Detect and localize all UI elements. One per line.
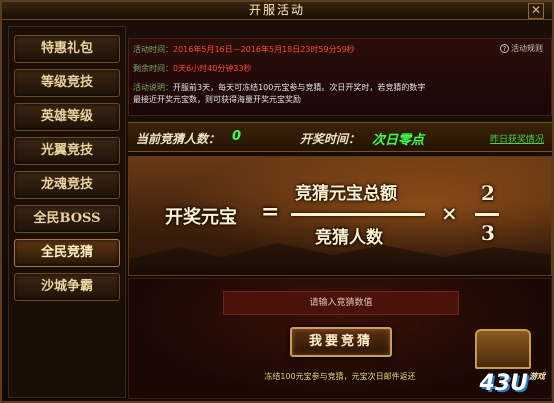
activity-time-label: 活动时间： [133, 45, 173, 54]
remaining-time-value: 0天6小时40分钟33秒 [173, 64, 252, 73]
activity-time-value: 2016年5月16日－2016年5月18日23时59分59秒 [173, 45, 355, 54]
submit-guess-button[interactable]: 我要竞猜 [290, 327, 392, 357]
rules-link[interactable]: ? 活动规则 [500, 43, 543, 54]
activity-window: 开服活动 ✕ 特惠礼包 等级竞技 英雄等级 光翼竞技 龙魂竞技 全民BOSS 全… [0, 0, 554, 403]
logo-text: 43U [479, 371, 528, 396]
site-logo: 43U游戏 [480, 371, 545, 396]
yesterday-winners-link[interactable]: 昨日获奖情况 [490, 132, 544, 145]
description-row: 活动说明：开服前3天，每天可冻结100元宝参与竞猜。次日开奖时，若竞猜的数字 [133, 82, 425, 93]
formula-banner: 开奖元宝 = 竞猜元宝总额 竞猜人数 × 2 3 [128, 156, 552, 276]
formula-ratio-bar [475, 213, 499, 216]
formula-ratio-numerator: 2 [481, 181, 495, 205]
participant-count-value: 0 [232, 129, 242, 144]
info-panel: 活动时间：2016年5月16日－2016年5月18日23时59分59秒 剩余时间… [128, 38, 552, 116]
sidebar-item-castle-war[interactable]: 沙城争霸 [14, 273, 120, 301]
bet-section: 我要竞猜 冻结100元宝参与竞猜，元宝次日邮件返还 43U游戏 [128, 278, 552, 399]
sidebar: 特惠礼包 等级竞技 英雄等级 光翼竞技 龙魂竞技 全民BOSS 全民竞猜 沙城争… [8, 26, 126, 398]
description-label: 活动说明： [133, 83, 173, 92]
window-title: 开服活动 [248, 3, 305, 17]
sidebar-item-world-boss[interactable]: 全民BOSS [14, 205, 120, 233]
draw-time-label: 开奖时间： [300, 132, 361, 146]
remaining-time-row: 剩余时间：0天6小时40分钟33秒 [133, 63, 252, 74]
stats-bar: 当前竞猜人数： 0 开奖时间： 次日零点 昨日获奖情况 [128, 122, 552, 152]
logo-tag: 游戏 [529, 372, 545, 381]
description-line-2: 最接近开奖元宝数，则可获得海量开奖元宝奖励 [133, 95, 301, 104]
draw-time-value: 次日零点 [372, 133, 425, 148]
sidebar-item-wing-race[interactable]: 光翼竞技 [14, 137, 120, 165]
formula-lhs: 开奖元宝 [165, 207, 237, 228]
remaining-time-label: 剩余时间： [133, 64, 173, 73]
guess-value-input[interactable] [223, 291, 459, 315]
formula-equals: = [261, 199, 280, 225]
formula-fraction-bar [291, 213, 425, 216]
formula-times: × [441, 201, 458, 225]
sidebar-item-special-gift[interactable]: 特惠礼包 [14, 35, 120, 63]
sidebar-item-hero-level[interactable]: 英雄等级 [14, 103, 120, 131]
rules-link-label: 活动规则 [511, 44, 543, 53]
help-icon: ? [500, 44, 509, 53]
activity-time-row: 活动时间：2016年5月16日－2016年5月18日23时59分59秒 [133, 44, 355, 55]
sidebar-item-guess[interactable]: 全民竞猜 [14, 239, 120, 267]
formula-numerator: 竞猜元宝总额 [295, 184, 397, 204]
title-bar: 开服活动 ✕ [2, 2, 552, 20]
sidebar-item-dragon-soul-race[interactable]: 龙魂竞技 [14, 171, 120, 199]
treasure-chest-icon [475, 329, 531, 369]
description-line-1: 开服前3天，每天可冻结100元宝参与竞猜。次日开奖时，若竞猜的数字 [173, 83, 426, 92]
participant-count-label: 当前竞猜人数： [136, 132, 221, 146]
description-row-2: 最接近开奖元宝数，则可获得海量开奖元宝奖励 [133, 94, 301, 105]
close-icon[interactable]: ✕ [528, 3, 544, 19]
formula-denominator: 竞猜人数 [315, 228, 383, 248]
formula-ratio-denominator: 3 [481, 221, 495, 245]
sidebar-item-level-race[interactable]: 等级竞技 [14, 69, 120, 97]
